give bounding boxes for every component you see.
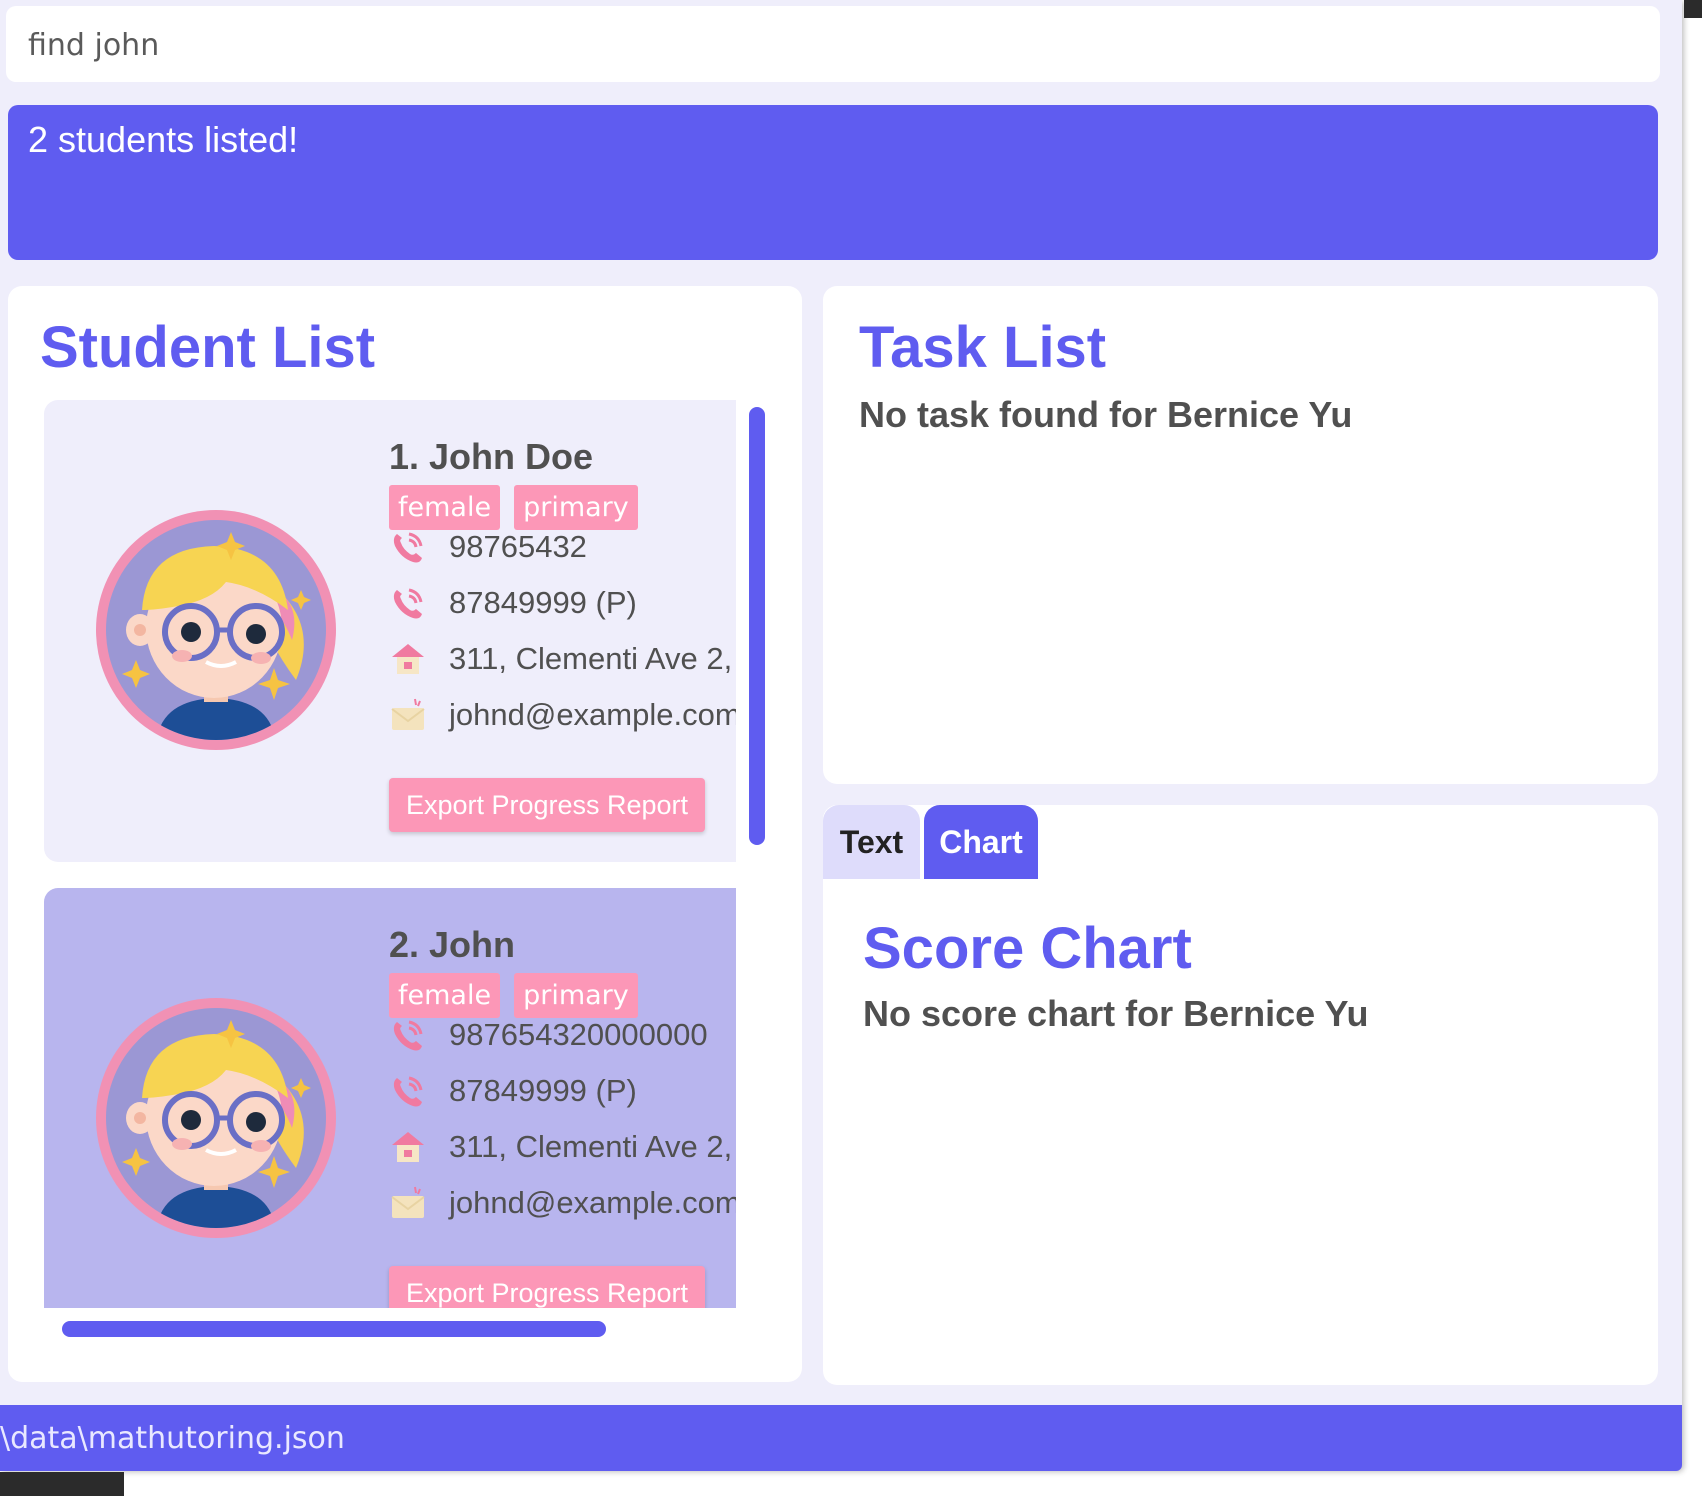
tag-level: primary (514, 485, 638, 530)
parent-phone-row: 87849999 (P) (389, 584, 637, 622)
result-text: 2 students listed! (28, 119, 299, 160)
phone-text: 987654320000000 (449, 1017, 708, 1052)
email-row: johnd@example.com (389, 696, 736, 734)
page: find john 2 students listed! Student Lis… (0, 0, 1702, 1496)
phone-row: 98765432 (389, 528, 587, 566)
student-card[interactable]: 1. John Doe female primary 98765432 8784… (44, 400, 736, 862)
phone-row: 987654320000000 (389, 1016, 708, 1054)
student-list[interactable]: 1. John Doe female primary 98765432 8784… (44, 400, 736, 1308)
score-chart-title: Score Chart (863, 916, 1192, 981)
command-input[interactable]: find john (6, 6, 1660, 82)
vertical-scrollbar[interactable] (749, 407, 765, 845)
window-edge (1684, 0, 1702, 18)
score-panel: Text Chart Score Chart No score chart fo… (823, 805, 1658, 1385)
student-name: 1. John Doe (389, 436, 594, 477)
address-text: 311, Clementi Ave 2, (449, 641, 733, 676)
task-empty-message: No task found for Bernice Yu (859, 394, 1353, 435)
tab-chart[interactable]: Chart (924, 805, 1038, 879)
parent-phone-row: 87849999 (P) (389, 1072, 637, 1110)
phone-icon (389, 584, 427, 622)
task-list-panel: Task List No task found for Bernice Yu (823, 286, 1658, 784)
email-text: johnd@example.com (449, 697, 736, 732)
house-icon (389, 640, 427, 678)
email-text: johnd@example.com (449, 1185, 736, 1220)
task-list-title: Task List (859, 315, 1107, 380)
tag-gender: female (389, 973, 501, 1018)
phone-icon (389, 528, 427, 566)
phone-icon (389, 1072, 427, 1110)
export-progress-report-button[interactable]: Export Progress Report (389, 1266, 705, 1308)
student-name: 2. John (389, 924, 516, 965)
taskbar (0, 1472, 124, 1496)
girl-avatar-icon (96, 510, 336, 750)
student-list-panel: Student List 1. John Doe female primary … (8, 286, 802, 1382)
address-row: 311, Clementi Ave 2, (389, 640, 732, 678)
student-list-title: Student List (40, 315, 376, 380)
envelope-icon (389, 696, 427, 734)
tag-list: female primary (389, 973, 638, 1018)
address-row: 311, Clementi Ave 2, (389, 1128, 732, 1166)
email-row: johnd@example.com (389, 1184, 736, 1222)
envelope-icon (389, 1184, 427, 1222)
export-progress-report-button[interactable]: Export Progress Report (389, 778, 705, 832)
address-text: 311, Clementi Ave 2, (449, 1129, 733, 1164)
parent-phone-text: 87849999 (P) (449, 1073, 637, 1108)
tag-gender: female (389, 485, 501, 530)
tab-text[interactable]: Text (823, 805, 920, 879)
tag-list: female primary (389, 485, 638, 530)
girl-avatar-icon (96, 998, 336, 1238)
student-card[interactable]: 2. John female primary 987654320000000 8… (44, 888, 736, 1308)
tag-level: primary (514, 973, 638, 1018)
parent-phone-text: 87849999 (P) (449, 585, 637, 620)
horizontal-scrollbar[interactable] (62, 1321, 606, 1337)
result-display: 2 students listed! (8, 105, 1658, 260)
save-location-text: \data\mathutoring.json (0, 1421, 345, 1456)
house-icon (389, 1128, 427, 1166)
phone-icon (389, 1016, 427, 1054)
score-empty-message: No score chart for Bernice Yu (863, 993, 1369, 1034)
status-bar: \data\mathutoring.json (0, 1405, 1682, 1471)
phone-text: 98765432 (449, 529, 587, 564)
app-window: find john 2 students listed! Student Lis… (0, 0, 1682, 1471)
